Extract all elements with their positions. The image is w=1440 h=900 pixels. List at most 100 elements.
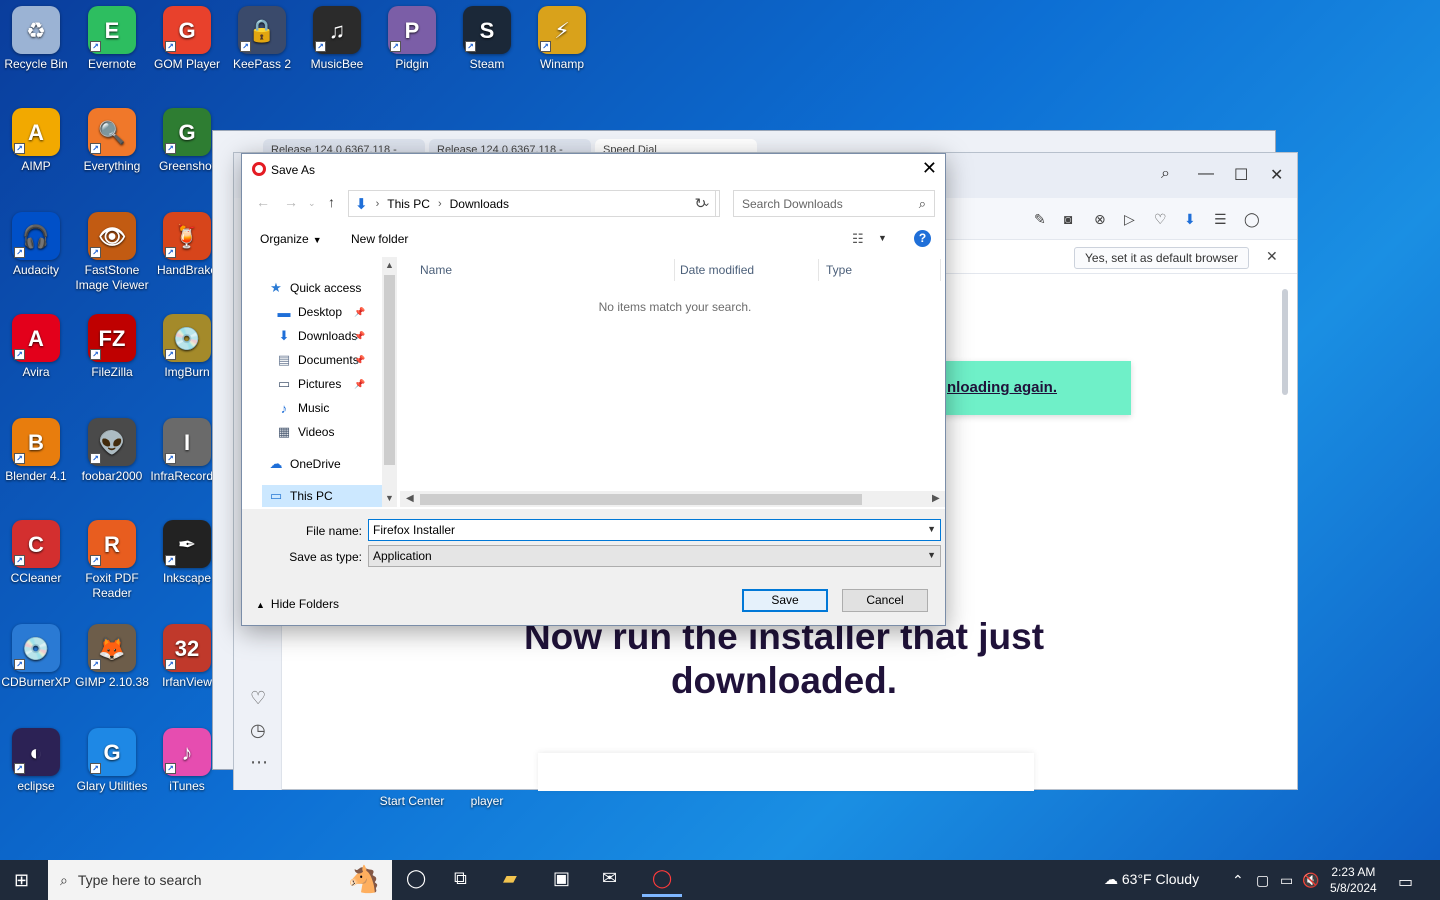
desktop-icon-filezilla[interactable]: FZ ↗ FileZilla (74, 314, 150, 380)
column-name[interactable]: Name (420, 263, 452, 281)
desktop-icon-faststone-image-viewer[interactable]: 👁 ↗ FastStone Image Viewer (74, 212, 150, 293)
camera-icon[interactable]: ◙ (1064, 211, 1072, 227)
desktop-icon-recycle-bin[interactable]: ♻ Recycle Bin (0, 6, 74, 72)
recent-dropdown-icon[interactable]: ⌄ (308, 198, 316, 209)
scroll-down-icon[interactable]: ▼ (385, 493, 394, 503)
cortana-icon[interactable]: ◯ (406, 868, 426, 889)
desktop-icon-label[interactable]: Start Center (374, 794, 450, 809)
desktop-icon-foxit-pdf-reader[interactable]: R ↗ Foxit PDF Reader (74, 520, 150, 601)
desktop-icon-blender-4-1[interactable]: B ↗ Blender 4.1 (0, 418, 74, 484)
nav-item-documents[interactable]: ▤ Documents 📌 (270, 349, 382, 371)
network-icon[interactable]: ▭ (1280, 872, 1293, 889)
desktop-icon-audacity[interactable]: 🎧 ↗ Audacity (0, 212, 74, 278)
search-input[interactable]: Search Downloads ⌕ (733, 190, 935, 217)
mail-icon[interactable]: ✉ (602, 868, 617, 889)
desktop-icon-eclipse[interactable]: ◐ ↗ eclipse (0, 728, 74, 794)
desktop-icon-cdburnerxp[interactable]: 💿 ↗ CDBurnerXP (0, 624, 74, 690)
desktop-icon-foobar2000[interactable]: 👽 ↗ foobar2000 (74, 418, 150, 484)
edit-icon[interactable]: ✎ (1034, 211, 1046, 228)
windows-start-icon[interactable]: ⊞ (14, 870, 29, 891)
scroll-right-icon[interactable]: ▶ (932, 493, 940, 504)
desktop-icon-avira[interactable]: A ↗ Avira (0, 314, 74, 380)
menu-icon[interactable]: ☰ (1214, 211, 1227, 228)
save-button[interactable]: Save (742, 589, 828, 612)
nav-item-onedrive[interactable]: ☁ OneDrive (262, 453, 382, 475)
column-date-modified[interactable]: Date modified (680, 263, 754, 281)
column-type[interactable]: Type (826, 263, 852, 281)
desktop-icon-keepass-2[interactable]: 🔒 ↗ KeePass 2 (224, 6, 300, 72)
address-bar[interactable]: ⬇ › This PC › Downloads ⌄ (348, 190, 720, 217)
desktop-icon-aimp[interactable]: A ↗ AIMP (0, 108, 74, 174)
nav-item-videos[interactable]: ▦ Videos (270, 421, 382, 443)
desktop-icon-everything[interactable]: 🔍 ↗ Everything (74, 108, 150, 174)
desktop-icon-evernote[interactable]: E ↗ Evernote (74, 6, 150, 72)
scroll-left-icon[interactable]: ◀ (406, 493, 414, 504)
hide-folders-button[interactable]: ▲ Hide Folders (256, 597, 339, 611)
search-icon[interactable]: ⌕ (1161, 165, 1170, 183)
desktop-icon-ccleaner[interactable]: C ↗ CCleaner (0, 520, 74, 586)
save-type-select[interactable]: Application ▼ (368, 545, 941, 567)
breadcrumb-downloads[interactable]: Downloads (450, 197, 509, 211)
set-default-browser-button[interactable]: Yes, set it as default browser (1074, 247, 1249, 269)
close-icon[interactable]: ✕ (1270, 165, 1283, 185)
scroll-thumb[interactable] (384, 275, 395, 465)
breadcrumb-this-pc[interactable]: This PC (387, 197, 430, 211)
scroll-up-icon[interactable]: ▲ (385, 260, 394, 270)
page-scrollbar[interactable] (1282, 289, 1288, 395)
nav-item-quick-access[interactable]: ★ Quick access (262, 277, 382, 299)
download-icon[interactable]: ⬇ (1184, 211, 1196, 228)
taskbar-search[interactable]: ⌕ Type here to search 🐴 (48, 860, 392, 900)
chevron-up-icon[interactable]: ⌃ (1232, 872, 1244, 889)
back-arrow-icon[interactable]: ← (256, 194, 270, 210)
close-infobar-icon[interactable]: ✕ (1266, 248, 1278, 265)
nav-item-pictures[interactable]: ▭ Pictures 📌 (270, 373, 382, 395)
system-clock[interactable]: 2:23 AM 5/8/2024 (1330, 864, 1377, 896)
nav-scrollbar[interactable]: ▲ ▼ (382, 257, 397, 507)
notification-icon[interactable]: ▭ (1398, 872, 1413, 892)
chevron-down-icon[interactable]: ▼ (927, 550, 936, 560)
history-icon[interactable]: ◷ (250, 720, 266, 741)
view-options-icon[interactable]: ☷ (852, 231, 864, 247)
download-again-banner[interactable]: nloading again. (939, 361, 1131, 415)
weather-widget[interactable]: ☁ 63°F Cloudy (1104, 871, 1199, 888)
scroll-thumb[interactable] (420, 494, 862, 505)
close-icon[interactable]: ✕ (922, 158, 937, 179)
desktop-icon-label[interactable]: player (449, 794, 525, 809)
profile-icon[interactable]: ◯ (1244, 211, 1260, 228)
desktop-icon-gom-player[interactable]: G ↗ GOM Player (149, 6, 225, 72)
refresh-button[interactable]: ↻ (686, 190, 716, 217)
adblock-icon[interactable]: ⊗ (1094, 211, 1106, 228)
task-view-icon[interactable]: ⧉ (454, 868, 467, 889)
more-icon[interactable]: ⋯ (250, 752, 268, 773)
file-name-field[interactable]: Firefox Installer ▼ (368, 519, 941, 541)
chevron-down-icon[interactable]: ▼ (878, 233, 887, 243)
cancel-button[interactable]: Cancel (842, 589, 928, 612)
play-icon[interactable]: ▷ (1124, 211, 1135, 228)
nav-item-downloads[interactable]: ⬇ Downloads 📌 (270, 325, 382, 347)
horizontal-scrollbar[interactable]: ◀ ▶ (400, 491, 945, 507)
nav-item-music[interactable]: ♪ Music (270, 397, 382, 419)
file-explorer-icon[interactable]: ▰ (503, 868, 517, 889)
desktop-icon-musicbee[interactable]: ♫ ↗ MusicBee (299, 6, 375, 72)
heart-icon[interactable]: ♡ (250, 688, 266, 709)
forward-arrow-icon[interactable]: → (284, 194, 298, 210)
up-arrow-icon[interactable]: ↑ (328, 194, 335, 210)
maximize-icon[interactable]: ☐ (1234, 165, 1248, 185)
desktop-icon-glary-utilities[interactable]: G ↗ Glary Utilities (74, 728, 150, 794)
desktop-icon-pidgin[interactable]: P ↗ Pidgin (374, 6, 450, 72)
meet-now-icon[interactable]: ▢ (1256, 872, 1269, 889)
opera-taskbar-icon[interactable]: ◯ (641, 868, 683, 897)
new-folder-button[interactable]: New folder (351, 232, 408, 246)
nav-item-this-pc[interactable]: ▭ This PC (262, 485, 382, 507)
store-icon[interactable]: ▣ (553, 868, 570, 889)
chevron-down-icon[interactable]: ▼ (927, 524, 936, 534)
volume-muted-icon[interactable]: 🔇 (1302, 872, 1319, 889)
desktop-icon-steam[interactable]: S ↗ Steam (449, 6, 525, 72)
minimize-icon[interactable]: — (1198, 165, 1214, 183)
help-icon[interactable]: ? (914, 230, 931, 247)
desktop-icon-winamp[interactable]: ⚡ ↗ Winamp (524, 6, 600, 72)
nav-item-desktop[interactable]: ▬ Desktop 📌 (270, 301, 382, 323)
desktop-icon-gimp-2-10-38[interactable]: 🦊 ↗ GIMP 2.10.38 (74, 624, 150, 690)
heart-icon[interactable]: ♡ (1154, 211, 1167, 228)
organize-button[interactable]: Organize ▼ (260, 232, 322, 246)
